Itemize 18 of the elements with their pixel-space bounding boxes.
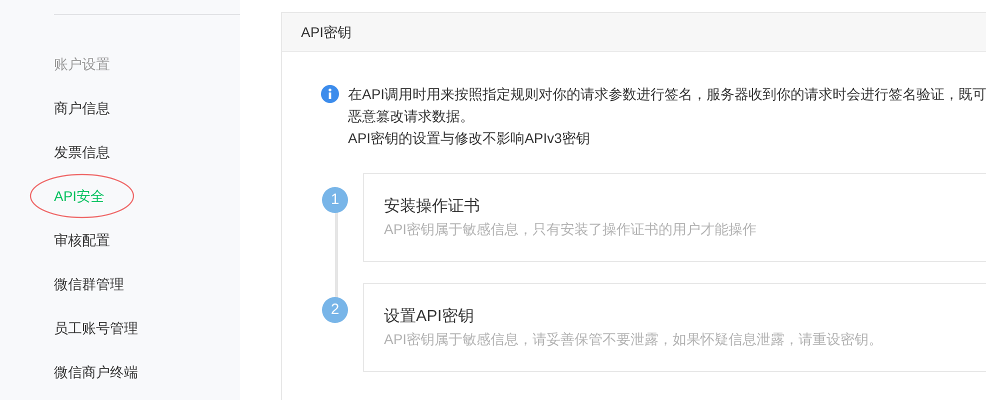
notice-text: 恶意篡改请求数据。 [348, 107, 475, 126]
sidebar-item[interactable]: 微信商户终端 [54, 362, 138, 382]
step-title: 设置API密钥 [384, 306, 475, 327]
step-description: API密钥属于敏感信息，只有安装了操作证书的用户才能操作 [384, 220, 758, 239]
sidebar-item[interactable]: 微信群管理 [54, 274, 124, 294]
sidebar-group-title: 账户设置 [54, 54, 111, 74]
sidebar-item[interactable]: 发票信息 [54, 142, 110, 162]
step-title: 安装操作证书 [384, 196, 481, 217]
panel-title: API密钥 [301, 22, 352, 42]
notice-text: API密钥的设置与修改不影响APIv3密钥 [348, 129, 591, 148]
sidebar-item[interactable]: 商户信息 [54, 98, 110, 118]
step-number: 2 [322, 297, 348, 323]
sidebar-item[interactable]: 员工账号管理 [54, 318, 138, 338]
info-icon [321, 85, 339, 103]
sidebar-item[interactable]: 审核配置 [54, 230, 110, 250]
notice-text: 在API调用时用来按照指定规则对你的请求参数进行签名，服务器收到你的请求时会进行签名验证，既可 [348, 85, 986, 104]
step-description: API密钥属于敏感信息，请妥善保管不要泄露，如果怀疑信息泄露，请重设密钥。 [384, 330, 884, 349]
step-number: 1 [322, 187, 348, 213]
